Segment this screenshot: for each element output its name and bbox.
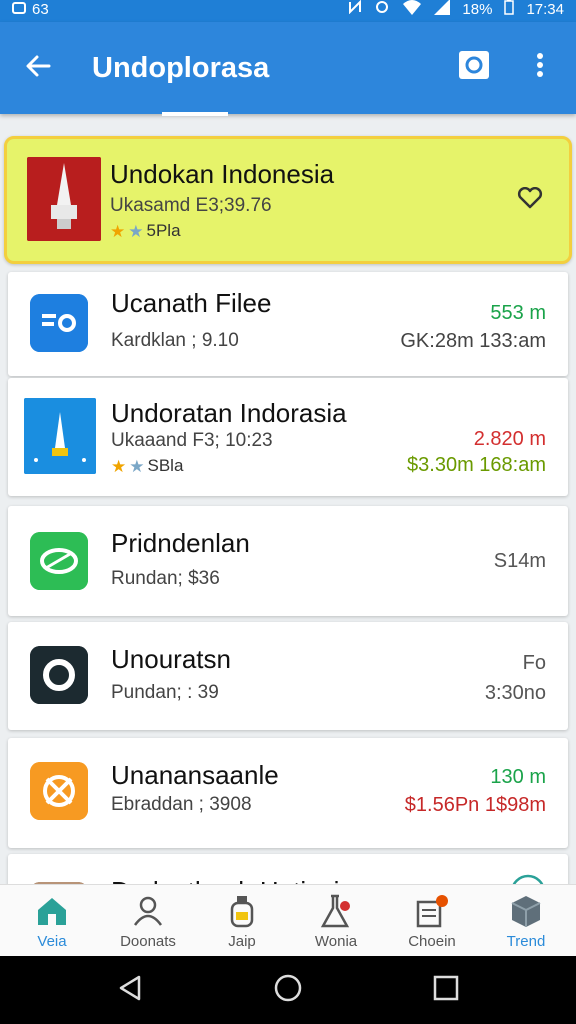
monument-thumbnail: [27, 157, 101, 241]
item-value-top: S14m: [493, 550, 546, 572]
location-badge-icon: [510, 874, 546, 884]
list-item[interactable]: Unanansaanle Ebraddan ; 3908 130 m $1.56…: [8, 738, 568, 848]
item-subtitle: Ukasamd E3;39.76: [110, 195, 272, 216]
list-item[interactable]: Unouratsn Pundan; : 39 Fo 3:30no: [8, 622, 568, 730]
home-circle-icon: [273, 973, 303, 1008]
status-left-text: 63: [32, 0, 49, 18]
item-value-bottom: GK:28m 133:am: [400, 330, 546, 352]
system-recents-button[interactable]: [426, 970, 466, 1010]
eo-app-icon: [30, 294, 88, 352]
home-icon: [32, 891, 72, 931]
item-title: Unouratsn: [111, 644, 231, 674]
recents-square-icon: [433, 975, 459, 1006]
item-title: Unanansaanle: [111, 760, 279, 790]
item-value-bottom: 3:30no: [484, 682, 546, 704]
camera-icon: [458, 50, 490, 85]
notification-icon: [12, 1, 26, 17]
battery-text: 18%: [462, 0, 493, 18]
item-value-top: 2.820 m: [473, 428, 546, 450]
people-icon: [128, 891, 168, 931]
status-right: 18% 17:34: [348, 0, 564, 18]
item-value-top: 130 m: [490, 766, 546, 788]
page-title: Undoplorasa: [92, 52, 270, 84]
status-left: 63: [12, 0, 49, 18]
notes-badge-icon: [412, 891, 452, 931]
system-navigation-bar: [0, 956, 576, 1024]
list-item[interactable]: Ucanath Filee Kardklan ; 9.10 553 m GK:2…: [8, 272, 568, 376]
flask-icon: [316, 891, 356, 931]
item-subtitle: Kardklan ; 9.10: [111, 330, 239, 351]
results-list[interactable]: Undokan Indonesia Ukasamd E3;39.76 ★ ★ 5…: [0, 118, 576, 884]
back-triangle-icon: [117, 974, 143, 1007]
favorite-button[interactable]: [515, 185, 545, 215]
box-icon: [506, 891, 546, 931]
nav-label: Doonats: [120, 933, 176, 950]
item-rating: ★ ★ SBla: [111, 456, 183, 476]
bottom-navigation: Veia Doonats Jaip Wonia Choein Trend: [0, 884, 576, 956]
wifi-icon: [402, 0, 422, 19]
nav-label: Jaip: [228, 933, 256, 950]
star-icon: ★: [110, 221, 126, 241]
item-subtitle: Rundan; $36: [111, 568, 220, 589]
nav-label: Trend: [506, 933, 546, 950]
item-title: Pridndenlan: [111, 528, 250, 558]
star-icon: ★: [129, 456, 145, 476]
rating-text: SBla: [147, 456, 184, 475]
system-back-button[interactable]: [110, 970, 150, 1010]
crossed-app-icon: [30, 762, 88, 820]
nfc-icon: [348, 0, 362, 18]
nav-item-jaip[interactable]: Jaip: [194, 885, 290, 957]
list-item[interactable]: Dndnathanh Hatiusia: [8, 854, 568, 884]
alarm-icon: [374, 0, 390, 19]
item-title: Dndnathanh Hatiusia: [111, 876, 354, 884]
item-value-top: Fo: [522, 652, 546, 674]
arrow-left-icon: [25, 54, 51, 83]
list-item[interactable]: Undoratan Indorasia Ukaaand F3; 10:23 ★ …: [8, 378, 568, 496]
nav-item-wonia[interactable]: Wonia: [288, 885, 384, 957]
item-subtitle: Ebraddan ; 3908: [111, 794, 252, 815]
item-subtitle: Ukaaand F3; 10:23: [111, 430, 273, 451]
status-bar: 63 18% 17:34: [0, 0, 576, 22]
rating-text: 5Pla: [146, 221, 181, 240]
signal-icon: [434, 0, 451, 19]
item-subtitle: Pundan; : 39: [111, 682, 219, 703]
star-icon: ★: [128, 221, 144, 241]
star-icon: ★: [111, 456, 127, 476]
item-value-bottom: $3.30m 168:am: [407, 454, 546, 476]
nav-label: Wonia: [314, 933, 358, 950]
nav-item-choein[interactable]: Choein: [384, 885, 480, 957]
item-value-top: 553 m: [490, 302, 546, 324]
more-vert-icon: [536, 52, 544, 83]
heart-outline-icon: [517, 186, 543, 214]
item-title: Ucanath Filee: [111, 288, 272, 318]
camera-button[interactable]: [456, 49, 492, 85]
monument-app-icon: [24, 398, 96, 474]
item-rating: ★ ★ 5Pla: [110, 221, 181, 241]
leaf-app-icon: [30, 532, 88, 590]
app-bar: Undoplorasa: [0, 22, 576, 114]
item-title: Undoratan Indorasia: [111, 398, 347, 428]
bottle-icon: [222, 891, 262, 931]
list-item-featured[interactable]: Undokan Indonesia Ukasamd E3;39.76 ★ ★ 5…: [4, 136, 572, 264]
back-button[interactable]: [18, 48, 58, 88]
tab-indicator: [162, 112, 228, 116]
battery-icon: [504, 0, 515, 19]
ring-app-icon: [30, 646, 88, 704]
clock-time: 17:34: [526, 0, 564, 18]
nav-item-veia[interactable]: Veia: [4, 885, 100, 957]
item-value-bottom: $1.56Pn 1$98m: [404, 794, 546, 816]
nav-label: Choein: [408, 933, 456, 950]
overflow-menu-button[interactable]: [522, 49, 558, 85]
item-title: Undokan Indonesia: [110, 159, 335, 189]
nav-label: Veia: [37, 933, 67, 950]
nav-item-trend[interactable]: Trend: [478, 885, 574, 957]
system-home-button[interactable]: [268, 970, 308, 1010]
nav-item-doonats[interactable]: Doonats: [100, 885, 196, 957]
list-item[interactable]: Pridndenlan Rundan; $36 S14m: [8, 506, 568, 616]
